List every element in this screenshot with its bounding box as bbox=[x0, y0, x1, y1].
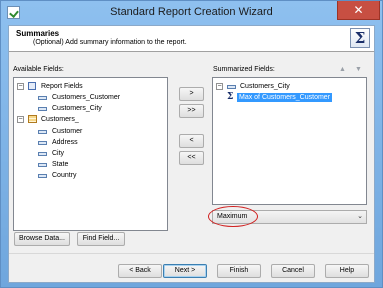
add-field-button[interactable]: > bbox=[179, 87, 204, 101]
field-icon bbox=[38, 96, 47, 100]
step-subtitle: (Optional) Add summary information to th… bbox=[33, 39, 187, 46]
tree-node-label: Customer bbox=[52, 128, 83, 135]
collapse-icon[interactable]: − bbox=[216, 83, 223, 90]
summary-sigma-icon: Σ bbox=[350, 28, 370, 48]
step-title: Summaries bbox=[16, 29, 60, 38]
field-icon bbox=[38, 130, 47, 134]
next-button[interactable]: Next > bbox=[163, 264, 207, 278]
field-icon bbox=[38, 141, 47, 145]
finish-button[interactable]: Finish bbox=[217, 264, 261, 278]
collapse-icon[interactable]: − bbox=[17, 116, 24, 123]
find-field-button[interactable]: Find Field... bbox=[77, 232, 125, 246]
tree-node-label: State bbox=[52, 161, 69, 168]
sigma-icon: Σ bbox=[227, 92, 234, 102]
tree-node-label: Address bbox=[52, 139, 78, 146]
summarized-fields-tree[interactable]: − Customers_City Σ Max of Customers_Cust… bbox=[212, 77, 367, 205]
annotation-ellipse bbox=[208, 206, 258, 227]
summarized-fields-label: Summarized Fields: bbox=[213, 66, 275, 73]
remove-field-button[interactable]: < bbox=[179, 134, 204, 148]
remove-all-fields-button[interactable]: << bbox=[179, 151, 204, 165]
tree-node-label: Customers_Customer bbox=[52, 94, 121, 101]
tree-node-label-selected: Max of Customers_Customer bbox=[237, 93, 333, 102]
cancel-button[interactable]: Cancel bbox=[271, 264, 315, 278]
wizard-header: Summaries (Optional) Add summary informa… bbox=[9, 26, 374, 52]
divider bbox=[9, 253, 374, 254]
close-button[interactable]: ✕ bbox=[337, 1, 380, 20]
collapse-icon[interactable]: − bbox=[17, 83, 24, 90]
tree-node-label: Customers_ bbox=[41, 116, 79, 123]
browse-data-button[interactable]: Browse Data... bbox=[14, 232, 70, 246]
tree-node-label: Customers_City bbox=[52, 105, 102, 112]
tree-node-label: Report Fields bbox=[41, 83, 83, 90]
available-fields-tree[interactable]: − Report Fields Customers_Customer Custo… bbox=[13, 77, 168, 231]
table-icon bbox=[28, 115, 37, 123]
field-icon bbox=[38, 152, 47, 156]
add-all-fields-button[interactable]: >> bbox=[179, 104, 204, 118]
available-fields-label: Available Fields: bbox=[13, 66, 64, 73]
report-icon bbox=[28, 82, 36, 90]
field-icon bbox=[38, 174, 47, 178]
wizard-window: Standard Report Creation Wizard ✕ Summar… bbox=[0, 0, 383, 288]
window-title: Standard Report Creation Wizard bbox=[110, 6, 273, 18]
tree-node-label: City bbox=[52, 150, 65, 157]
tree-node-label: Customers_City bbox=[240, 83, 290, 90]
help-button[interactable]: Help bbox=[325, 264, 369, 278]
tree-node-label: Country bbox=[52, 172, 77, 179]
title-bar[interactable]: Standard Report Creation Wizard ✕ bbox=[1, 1, 382, 25]
field-icon bbox=[38, 107, 47, 111]
field-icon bbox=[38, 163, 47, 167]
back-button[interactable]: < Back bbox=[118, 264, 162, 278]
chevron-down-icon: ⌄ bbox=[357, 213, 363, 220]
field-icon bbox=[227, 85, 236, 89]
move-down-icon[interactable]: ▼ bbox=[355, 66, 362, 73]
wizard-body: Summaries (Optional) Add summary informa… bbox=[8, 25, 375, 283]
move-up-icon[interactable]: ▲ bbox=[339, 66, 346, 73]
